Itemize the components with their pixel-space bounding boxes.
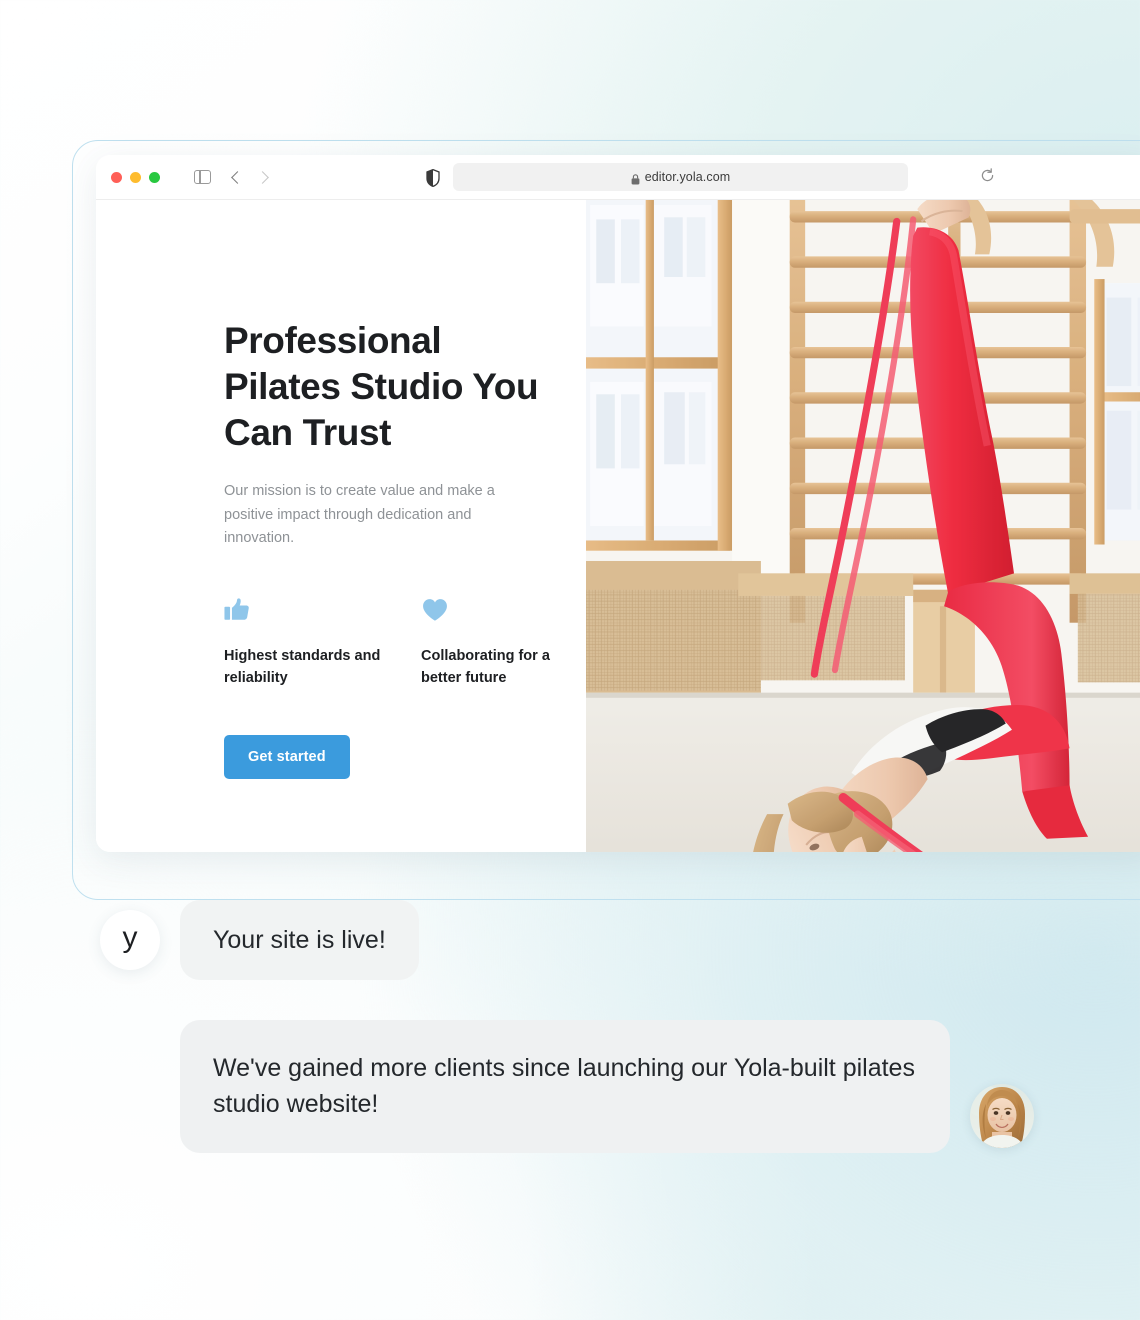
chat-bubble: We've gained more clients since launchin… [180,1020,950,1153]
feature-list: Highest standards and reliability Collab… [224,596,586,690]
navigation-arrows [231,170,269,184]
feature-item: Collaborating for a better future [421,596,583,690]
site-page: Professional Pilates Studio You Can Trus… [96,200,1140,852]
thumbs-up-icon [224,596,386,626]
close-window-dot[interactable] [111,171,122,183]
browser-window: editor.yola.com Professional Pilates Stu… [96,155,1140,852]
hero-subtitle: Our mission is to create value and make … [224,482,495,547]
address-bar[interactable]: editor.yola.com [453,163,908,191]
reload-icon[interactable] [980,168,995,183]
hero-text-column: Professional Pilates Studio You Can Trus… [96,200,586,852]
chat-bubble: Your site is live! [180,900,419,981]
heart-icon [421,596,583,626]
feature-item: Highest standards and reliability [224,596,386,690]
feature-label: Collaborating for a better future [421,648,550,687]
feature-label: Highest standards and reliability [224,648,381,687]
minimize-window-dot[interactable] [130,171,141,183]
chat-message-row: y Your site is live! [100,900,419,981]
forward-arrow-icon[interactable] [256,170,269,184]
yola-logo-avatar: y [100,910,160,971]
hero-title: Professional Pilates Studio You Can Trus… [224,320,539,453]
back-arrow-icon[interactable] [231,170,244,184]
zoom-window-dot[interactable] [149,171,160,183]
sidebar-toggle-icon[interactable] [194,170,211,184]
url-text: editor.yola.com [644,170,731,184]
customer-avatar [970,1083,1034,1148]
lock-icon [631,172,640,184]
shield-privacy-icon[interactable] [426,168,440,188]
browser-toolbar: editor.yola.com [96,155,1140,200]
yola-logo-letter: y [122,921,138,955]
get-started-button[interactable]: Get started [224,734,350,779]
chat-message-row: We've gained more clients since launchin… [180,1020,1034,1153]
window-controls [111,171,160,183]
hero-photo [586,200,1140,852]
